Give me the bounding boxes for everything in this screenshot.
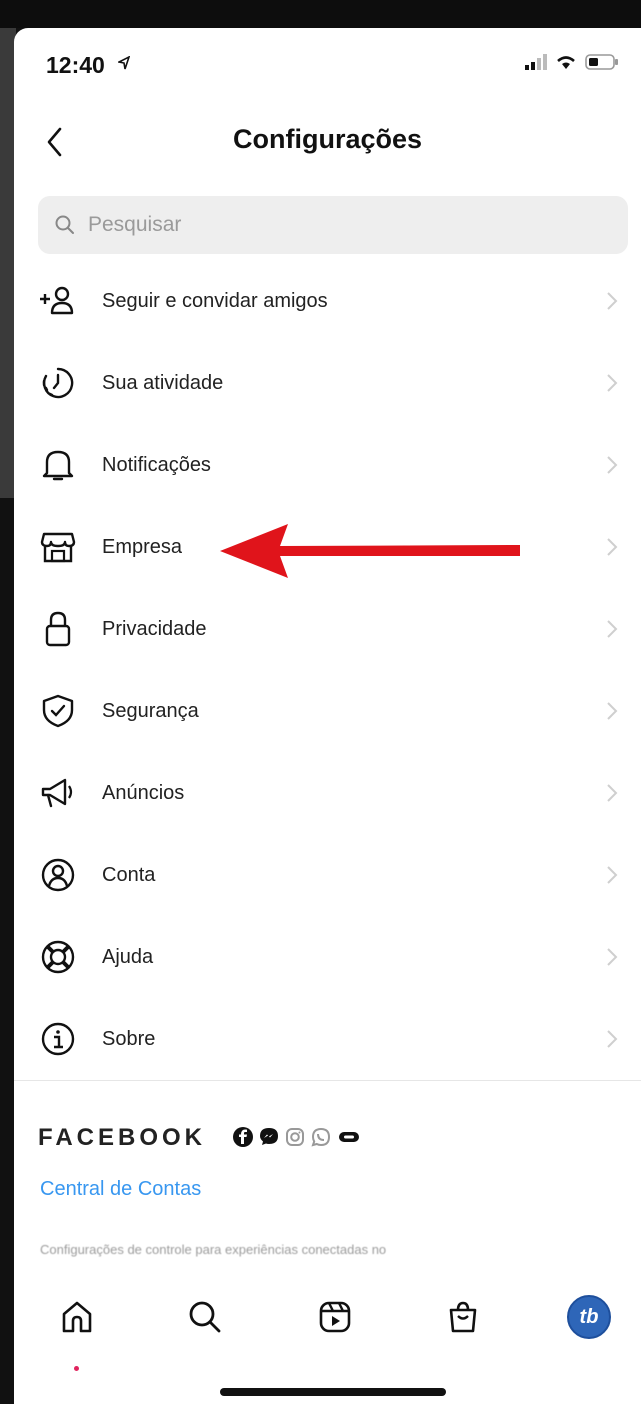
red-arrow-annotation [220,524,520,578]
status-time: 12:40 [46,52,105,78]
battery-icon [585,54,619,75]
lock-icon [38,609,78,649]
wifi-icon [555,54,577,75]
search-icon [189,1301,221,1333]
signal-icon [525,54,547,75]
tab-search[interactable] [182,1294,228,1340]
home-icon [62,1301,92,1333]
menu-item-label: Empresa [102,535,183,558]
menu-item-activity[interactable]: Sua atividade [14,342,641,424]
megaphone-icon [38,773,78,813]
reels-icon [319,1301,351,1333]
instagram-icon [286,1128,304,1146]
bell-icon [38,445,78,485]
tab-reels[interactable] [312,1294,358,1340]
menu-item-label: Sua atividade [102,371,224,394]
menu-item-label: Notificações [102,453,211,476]
facebook-section-title: FACEBOOK [38,1124,207,1151]
info-icon [38,1019,78,1059]
whatsapp-icon [311,1127,331,1147]
settings-menu: Seguir e convidar amigos Sua atividade N… [14,260,641,1080]
tab-home[interactable] [54,1294,100,1340]
menu-item-label: Sobre [102,1027,156,1050]
status-bar: 12:40 [14,28,641,108]
menu-item-account[interactable]: Conta [14,834,641,916]
storefront-icon [38,527,78,567]
shopping-bag-icon [449,1301,477,1333]
chevron-right-icon [607,292,618,310]
chevron-right-icon [607,1030,618,1048]
menu-item-privacy[interactable]: Privacidade [14,588,641,670]
accounts-center-link[interactable]: Central de Contas [40,1178,201,1201]
tab-profile[interactable]: tb [566,1294,612,1340]
phone-screen: 12:40 Configurações Pesquisar Seguir e c… [14,28,641,1404]
chevron-right-icon [607,702,618,720]
facebook-apps-icons [232,1126,362,1148]
page-title: Configurações [232,124,423,154]
activity-clock-icon [38,363,78,403]
chevron-right-icon [607,866,618,884]
menu-item-label: Ajuda [102,945,154,968]
lifebuoy-icon [38,937,78,977]
menu-item-label: Anúncios [102,781,185,804]
home-indicator [220,1388,446,1396]
top-black-band [0,0,641,28]
header: Configurações [14,108,641,178]
chevron-right-icon [607,374,618,392]
oculus-icon [339,1132,359,1142]
messenger-icon [260,1128,278,1145]
search-bar[interactable] [38,196,628,254]
account-circle-icon [38,855,78,895]
avatar: tb [567,1295,611,1339]
location-arrow-icon [116,55,131,75]
shield-check-icon [38,691,78,731]
add-person-icon [38,281,78,321]
menu-item-label: Segurança [102,699,199,722]
status-icons [525,54,619,75]
menu-item-label: Conta [102,863,156,886]
home-notification-dot [74,1366,79,1371]
search-icon [55,215,74,234]
menu-item-notifications[interactable]: Notificações [14,424,641,506]
menu-item-follow-invite[interactable]: Seguir e convidar amigos [14,260,641,342]
menu-item-ads[interactable]: Anúncios [14,752,641,834]
accounts-center-description: Configurações de controle para experiênc… [40,1242,387,1257]
tab-shop[interactable] [440,1294,486,1340]
menu-item-security[interactable]: Segurança [14,670,641,752]
chevron-right-icon [607,456,618,474]
bottom-tab-bar: tb [14,1268,641,1360]
menu-item-about[interactable]: Sobre [14,998,641,1080]
chevron-right-icon [607,538,618,556]
chevron-right-icon [607,620,618,638]
menu-item-label: Seguir e convidar amigos [102,289,328,312]
search-input[interactable] [86,212,590,238]
section-divider [14,1080,641,1081]
chevron-right-icon [607,784,618,802]
facebook-icon [233,1127,253,1147]
chevron-right-icon [607,948,618,966]
menu-item-label: Privacidade [102,617,207,640]
menu-item-help[interactable]: Ajuda [14,916,641,998]
